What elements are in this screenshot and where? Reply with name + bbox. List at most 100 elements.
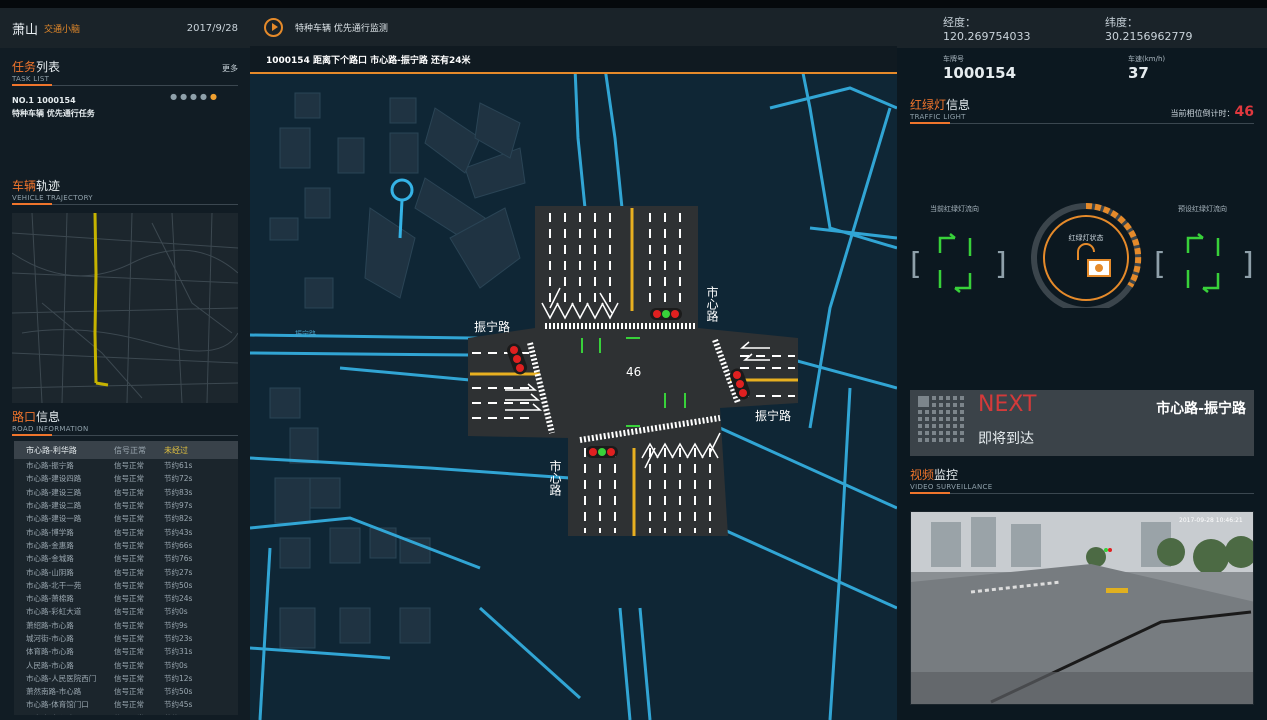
road-name: 市心路-建设一路	[26, 514, 82, 524]
road-signal-status: 信号正常	[114, 634, 144, 643]
road-row[interactable]: 萧绍路-市心路 信号正常 节约9s	[14, 619, 238, 632]
phase-countdown: 当前相位倒计时：46	[1170, 104, 1254, 120]
road-header-name: 市心路-利华路	[26, 445, 77, 455]
road-signal-status: 信号正常	[114, 594, 144, 604]
road-row[interactable]: 城河街-市心路 信号正常 节约23s	[14, 632, 238, 645]
speed-value: 37	[1128, 64, 1149, 82]
road-name: 市心路-建设四路	[26, 474, 82, 484]
road-time-saved: 节约24s	[164, 594, 193, 604]
road-name: 市心路-博学路	[26, 527, 74, 537]
road-time-saved: 节约82s	[164, 514, 193, 524]
road-time-saved: 节约31s	[164, 647, 193, 657]
next-intersection-card[interactable]: NEXT 市心路-振宁路 即将到达	[910, 390, 1254, 456]
video-feed[interactable]: 2017-09-28 10:46:21	[910, 511, 1254, 705]
coordinates-bar: 经度：120.269754033 纬度：30.2156962779	[897, 8, 1267, 48]
vehicle-status-text: 1000154 距离下个路口 市心路-振宁路 还有24米	[266, 55, 471, 66]
svg-text:]: ]	[995, 247, 1007, 282]
road-row[interactable]: 市心路-山阴路 信号正常 节约27s	[14, 565, 238, 578]
road-signal-status: 信号正常	[114, 461, 144, 471]
road-signal-status: 信号正常	[114, 673, 144, 683]
road-time-saved: 节约76s	[164, 554, 193, 564]
play-icon[interactable]	[264, 17, 283, 37]
task-pagination[interactable]: ●●●●●	[170, 92, 220, 101]
more-link[interactable]: 更多	[222, 63, 238, 74]
road-time-saved: 节约12s	[164, 673, 193, 683]
longitude: 经度：120.269754033	[943, 15, 1031, 43]
road-name: 萧然南路-市心路	[26, 687, 82, 697]
signal-status-label: 红绿灯状态	[1069, 233, 1104, 242]
video-subtitle: VIDEO SURVEILLANCE	[910, 483, 993, 491]
intersection-countdown: 46	[626, 365, 641, 379]
road-row[interactable]: 市心路-振宁路 信号正常 节约61s	[14, 459, 238, 472]
road-name: 市心路-人民医院西门	[26, 673, 97, 683]
road-time-saved: 节约61s	[164, 461, 193, 471]
main-map[interactable]: 振宁路 46 振宁路 振宁路 市心路 市心路	[250, 8, 897, 720]
video-timestamp: 2017-09-28 10:46:21	[1179, 517, 1243, 524]
task-divider	[12, 84, 238, 86]
road-row[interactable]: 市心路-金城路 信号正常 节约76s	[14, 552, 238, 565]
road-time-saved: 节约0s	[164, 660, 188, 670]
arriving-text: 即将到达	[978, 431, 1034, 447]
road-time-saved: 节约0s	[164, 607, 188, 617]
top-bar	[0, 0, 1267, 8]
road-row[interactable]: 萧然南路-市心路 信号正常 节约50s	[14, 685, 238, 698]
road-time-saved: 节约45s	[164, 700, 193, 710]
road-name: 市心路-金惠路	[26, 540, 74, 550]
road-time-saved: 节约43s	[164, 527, 193, 537]
road-signal-status: 信号正常	[114, 487, 144, 497]
traffic-light-divider	[910, 122, 1254, 124]
org-name: 交通小脑	[44, 24, 81, 35]
vehicle-status-bar: 1000154 距离下个路口 市心路-振宁路 还有24米	[250, 46, 897, 74]
trajectory-section: 车辆轨迹 VEHICLE TRAJECTORY	[12, 177, 238, 205]
map-header-title: 特种车辆 优先通行监测	[295, 23, 388, 34]
road-signal-status: 信号正常	[114, 540, 144, 550]
road-signal-status: 信号正常	[114, 567, 144, 577]
trajectory-subtitle: VEHICLE TRAJECTORY	[12, 194, 93, 202]
road-table[interactable]: 市心路-振宁路 信号正常 节约61s 市心路-建设四路 信号正常 节约72s 市心路-建设三…	[14, 459, 238, 715]
road-row[interactable]: 市心路-建设二路 信号正常 节约97s	[14, 499, 238, 512]
signal-south	[586, 446, 618, 458]
next-label: NEXT	[978, 392, 1037, 417]
signal-status-dial[interactable]: 红绿灯状态	[1031, 202, 1142, 308]
road-row[interactable]: 市心路-建设四路 信号正常 节约72s	[14, 472, 238, 485]
road-row[interactable]: 人民路-市心路 信号正常 节约0s	[14, 658, 238, 671]
road-name: 市心路-山阴路	[26, 567, 74, 577]
road-time-saved: 节约50s	[164, 687, 193, 697]
road-row[interactable]: 市心路-博学路 信号正常 节约43s	[14, 525, 238, 538]
road-row[interactable]: 市心路-北干一苑 信号正常 节约50s	[14, 579, 238, 592]
road-time-saved: 节约66s	[164, 540, 193, 550]
road-label-south: 市心路	[548, 459, 562, 497]
road-name: 体育路-市心路	[26, 647, 74, 657]
road-time-saved: 节约23s	[164, 634, 193, 643]
road-name: 通惠路-市心路	[14, 713, 114, 715]
road-name: 市心路-萧棉路	[26, 594, 74, 604]
trajectory-divider	[12, 203, 238, 205]
road-name: 市心路-建设三路	[26, 487, 82, 497]
road-row[interactable]: 市心路-体育馆门口 信号正常 节约45s	[14, 698, 238, 711]
road-row[interactable]: 通惠路-市心路信号正常节约0s	[14, 712, 238, 715]
road-row[interactable]: 市心路-建设三路 信号正常 节约83s	[14, 486, 238, 499]
road-table-header[interactable]: 市心路-利华路 信号正常 未经过	[14, 441, 238, 459]
road-signal-status: 信号正常	[114, 554, 144, 564]
road-name: 市心路-体育馆门口	[26, 700, 89, 710]
road-label-west: 振宁路	[474, 319, 510, 334]
road-signal-status: 信号正常	[114, 647, 144, 657]
signal-flow-panel: 当前红绿灯流向 预设红绿灯流向 [ ] 红绿灯状态 [ ]	[910, 198, 1255, 308]
road-row[interactable]: 市心路-建设一路 信号正常 节约82s	[14, 512, 238, 525]
road-name: 市心路-振宁路	[26, 461, 74, 471]
road-signal-status: 信号正常	[114, 501, 144, 511]
road-row[interactable]: 市心路-人民医院西门 信号正常 节约12s	[14, 672, 238, 685]
road-row[interactable]: 体育路-市心路 信号正常 节约31s	[14, 645, 238, 658]
road-header-status: 信号正常	[114, 445, 146, 455]
road-time-saved: 节约50s	[164, 580, 193, 590]
road-time-saved: 节约97s	[164, 501, 193, 511]
road-row[interactable]: 市心路-金惠路 信号正常 节约66s	[14, 539, 238, 552]
trajectory-map[interactable]	[12, 213, 238, 403]
map-header: 特种车辆 优先通行监测	[250, 8, 897, 46]
road-row[interactable]: 市心路-彩虹大道 信号正常 节约0s	[14, 605, 238, 618]
road-time-saved: 节约27s	[164, 567, 193, 577]
plate-number: 1000154	[943, 64, 1017, 82]
road-row[interactable]: 市心路-萧棉路 信号正常 节约24s	[14, 592, 238, 605]
map-street-label: 振宁路	[295, 329, 316, 338]
road-header-saving: 未经过	[164, 445, 188, 455]
